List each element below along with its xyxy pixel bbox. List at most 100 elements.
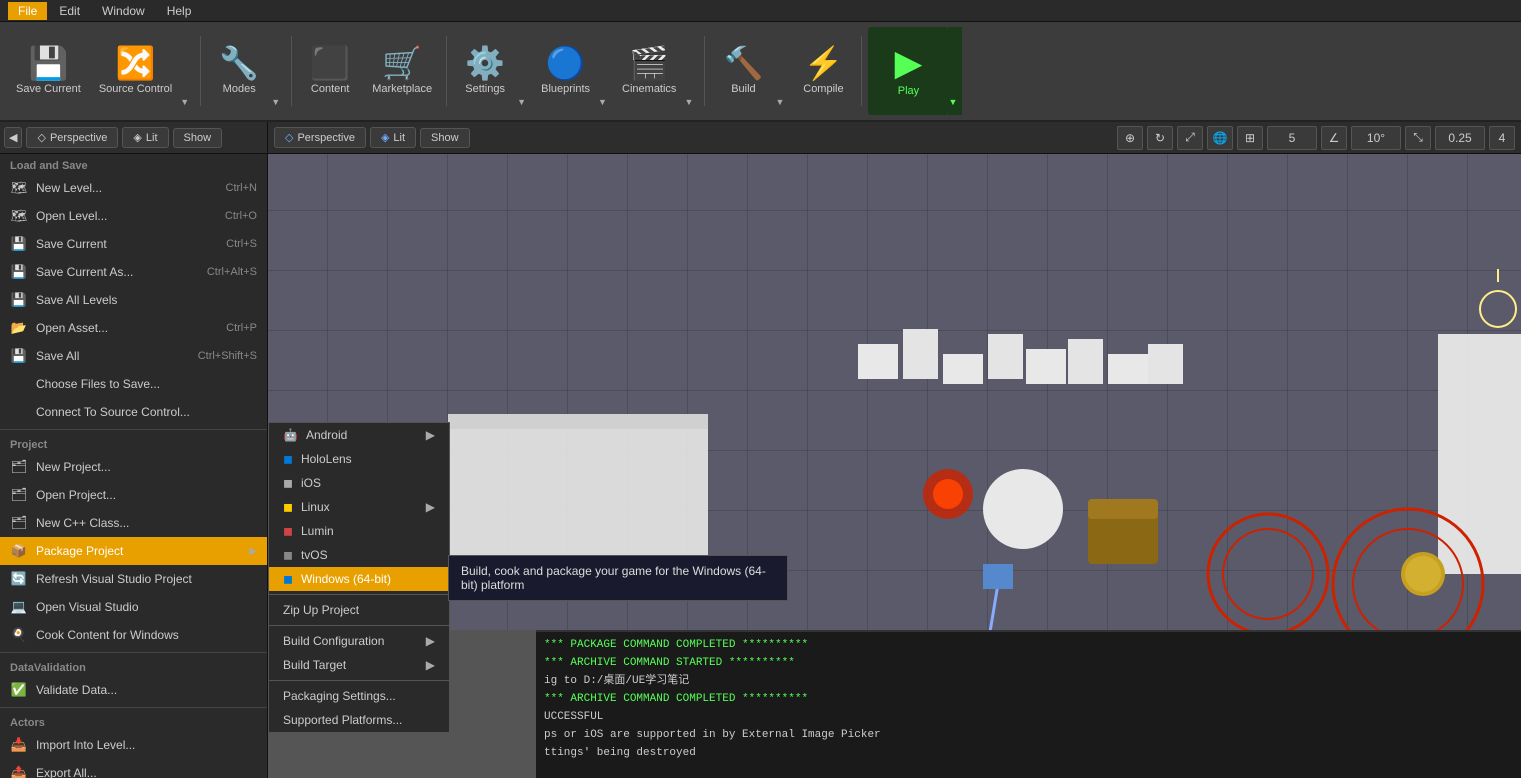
submenu-supported-platforms[interactable]: Supported Platforms... [269, 708, 449, 732]
menu-open-asset-icon: 📂 [10, 319, 28, 337]
submenu-build-target[interactable]: Build Target ▶ [269, 653, 449, 677]
submenu-build-config[interactable]: Build Configuration ▶ [269, 629, 449, 653]
perspective-button[interactable]: ◇ Perspective [26, 127, 118, 148]
toolbar-sep-3 [446, 36, 447, 106]
viewport-right-tools: ⊕ ↻ ⤢ 🌐 ⊞ 5 ∠ 10° ⤡ 0.25 4 [1117, 126, 1515, 150]
source-control-arrow[interactable]: ▼ [180, 27, 194, 115]
source-control-button[interactable]: 🔀 Source Control [91, 27, 180, 115]
menu-open-level[interactable]: 🗺 Open Level... Ctrl+O [0, 202, 267, 230]
menu-open-vs[interactable]: 💻 Open Visual Studio [0, 593, 267, 621]
save-current-label: Save Current [16, 83, 81, 95]
build-group: 🔨 Build ▼ [711, 27, 789, 115]
submenu-zip-project[interactable]: Zip Up Project [269, 598, 449, 622]
cinematics-arrow[interactable]: ▼ [684, 27, 698, 115]
modes-group: 🔧 Modes ▼ [207, 27, 285, 115]
menu-save-current[interactable]: 💾 Save Current Ctrl+S [0, 230, 267, 258]
menu-file[interactable]: File [8, 2, 47, 20]
source-control-icon: 🔀 [116, 47, 156, 79]
modes-button[interactable]: 🔧 Modes [207, 27, 271, 115]
content-icon: ⬛ [310, 47, 350, 79]
log-line-4: *** ARCHIVE COMMAND COMPLETED ********** [544, 690, 1513, 708]
submenu-windows[interactable]: ◼ Windows (64-bit) [269, 567, 449, 591]
menu-validate-data[interactable]: ✅ Validate Data... [0, 676, 267, 704]
submenu-lumin[interactable]: ◼ Lumin [269, 519, 449, 543]
validate-data-icon: ✅ [10, 681, 28, 699]
vp-show-btn[interactable]: Show [420, 128, 470, 148]
build-button[interactable]: 🔨 Build [711, 27, 775, 115]
menu-save-all[interactable]: 💾 Save All Ctrl+Shift+S [0, 342, 267, 370]
toolbar-sep-5 [861, 36, 862, 106]
menu-cook-windows[interactable]: 🍳 Cook Content for Windows [0, 621, 267, 649]
menu-export-all[interactable]: 📤 Export All... [0, 759, 267, 778]
vp-translate-tool[interactable]: ⊕ [1117, 126, 1143, 150]
menu-choose-files[interactable]: Choose Files to Save... [0, 370, 267, 398]
source-control-group: 🔀 Source Control ▼ [91, 27, 194, 115]
menu-new-project[interactable]: 🗂 New Project... [0, 453, 267, 481]
lit-button[interactable]: ◈ Lit [122, 127, 168, 148]
submenu-linux[interactable]: ◼ Linux ▶ [269, 495, 449, 519]
viewport-toolbar: ◀ ◇ Perspective ◈ Lit Show [0, 122, 267, 154]
main-area: ◀ ◇ Perspective ◈ Lit Show Load and Save… [0, 122, 1521, 778]
vp-zoom-value[interactable]: 0.25 [1435, 126, 1485, 150]
cinematics-button[interactable]: 🎬 Cinematics [614, 27, 684, 115]
menu-save-as-icon: 💾 [10, 263, 28, 281]
marketplace-button[interactable]: 🛒 Marketplace [364, 27, 440, 115]
compile-label: Compile [803, 83, 843, 95]
log-line-2: *** ARCHIVE COMMAND STARTED ********** [544, 654, 1513, 672]
vp-extra[interactable]: 4 [1489, 126, 1515, 150]
show-button[interactable]: Show [173, 128, 223, 148]
submenu-sep2 [269, 625, 449, 626]
menu-connect-source[interactable]: Connect To Source Control... [0, 398, 267, 426]
submenu-android[interactable]: 🤖 Android ▶ [269, 423, 449, 447]
vp-lit-btn[interactable]: ◈ Lit [370, 127, 416, 148]
submenu-hololens[interactable]: ◼ HoloLens [269, 447, 449, 471]
viewport-back-arrow[interactable]: ◀ [4, 127, 22, 148]
save-current-button[interactable]: 💾 Save Current [8, 27, 89, 115]
compile-button[interactable]: ⚡ Compile [791, 27, 855, 115]
vp-grid-tool[interactable]: ⊞ [1237, 126, 1263, 150]
play-button[interactable]: ▶ Play [868, 27, 948, 115]
menu-open-asset[interactable]: 📂 Open Asset... Ctrl+P [0, 314, 267, 342]
menu-help[interactable]: Help [157, 2, 202, 20]
vp-grid-size[interactable]: 5 [1267, 126, 1317, 150]
submenu-packaging-settings[interactable]: Packaging Settings... [269, 684, 449, 708]
menu-save-all-levels[interactable]: 💾 Save All Levels [0, 286, 267, 314]
vp-angle-value[interactable]: 10° [1351, 126, 1401, 150]
datavalidation-section: DataValidation [0, 656, 267, 676]
ios-icon: ◼ [283, 476, 293, 490]
menu-window[interactable]: Window [92, 2, 155, 20]
submenu-tvos[interactable]: ◼ tvOS [269, 543, 449, 567]
export-all-icon: 📤 [10, 764, 28, 778]
settings-arrow[interactable]: ▼ [517, 27, 531, 115]
play-arrow[interactable]: ▼ [948, 27, 962, 115]
content-button[interactable]: ⬛ Content [298, 27, 362, 115]
menu-import-level[interactable]: 📥 Import Into Level... [0, 731, 267, 759]
vp-angle-icon[interactable]: ∠ [1321, 126, 1347, 150]
menu-save-current-as[interactable]: 💾 Save Current As... Ctrl+Alt+S [0, 258, 267, 286]
toolbar-sep-1 [200, 36, 201, 106]
menu-sep-1 [0, 429, 267, 430]
menu-package-project[interactable]: 📦 Package Project ▶ [0, 537, 267, 565]
menu-new-cpp-class[interactable]: 🗂 New C++ Class... [0, 509, 267, 537]
menu-open-project[interactable]: 🗂 Open Project... [0, 481, 267, 509]
vp-perspective-icon: ◇ [285, 131, 293, 144]
vp-rotate-tool[interactable]: ↻ [1147, 126, 1173, 150]
perspective-label: Perspective [50, 132, 107, 144]
play-icon: ▶ [895, 45, 923, 81]
menu-choose-files-icon [10, 375, 28, 393]
vp-perspective-btn[interactable]: ◇ Perspective [274, 127, 366, 148]
cinematics-label: Cinematics [622, 83, 676, 95]
menu-new-level[interactable]: 🗺 New Level... Ctrl+N [0, 174, 267, 202]
menu-refresh-vs[interactable]: 🔄 Refresh Visual Studio Project [0, 565, 267, 593]
vp-scale-tool[interactable]: ⤢ [1177, 126, 1203, 150]
menu-edit[interactable]: Edit [49, 2, 90, 20]
play-label: Play [898, 85, 919, 97]
modes-arrow[interactable]: ▼ [271, 27, 285, 115]
blueprints-arrow[interactable]: ▼ [598, 27, 612, 115]
settings-button[interactable]: ⚙️ Settings [453, 27, 517, 115]
vp-world-tool[interactable]: 🌐 [1207, 126, 1233, 150]
vp-zoom-icon[interactable]: ⤡ [1405, 126, 1431, 150]
submenu-ios[interactable]: ◼ iOS [269, 471, 449, 495]
blueprints-button[interactable]: 🔵 Blueprints [533, 27, 598, 115]
build-arrow[interactable]: ▼ [775, 27, 789, 115]
